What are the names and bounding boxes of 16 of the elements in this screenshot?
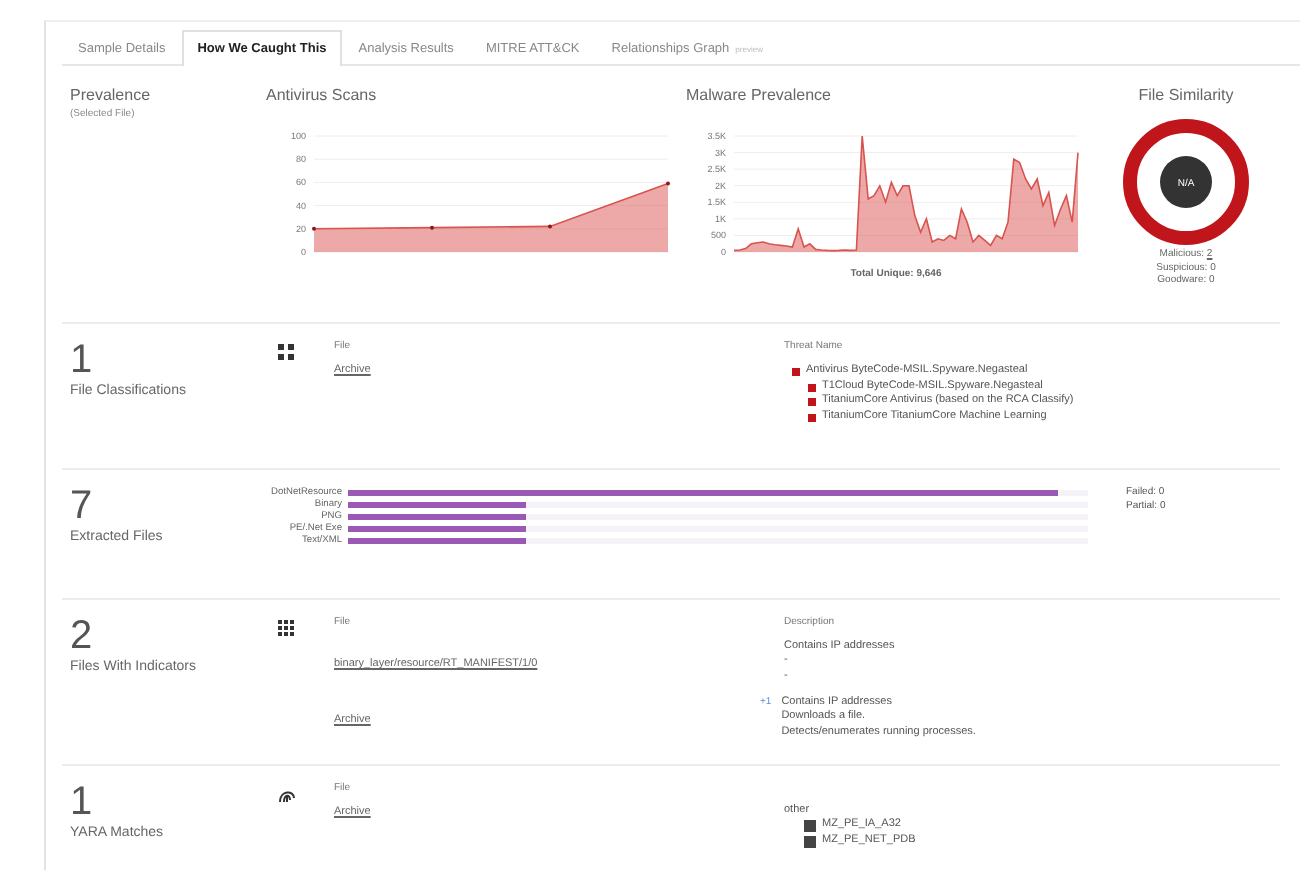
fingerprint-icon [278,786,296,804]
chart-title: Antivirus Scans [266,86,379,104]
section-title: File Similarity [1138,86,1234,104]
threat-marker [792,367,800,376]
count: 1 [70,340,95,380]
center-disc [1160,156,1212,208]
threat-marker [808,398,816,407]
grid-icon [278,620,294,636]
grid-icon [278,344,294,360]
threat-marker [808,383,816,392]
count: 7 [70,486,95,526]
section-title: Prevalence [70,86,153,104]
threat-marker [808,413,816,422]
count: 1 [70,782,95,822]
chart-title: Malware Prevalence [686,86,833,104]
count: 2 [70,616,95,656]
